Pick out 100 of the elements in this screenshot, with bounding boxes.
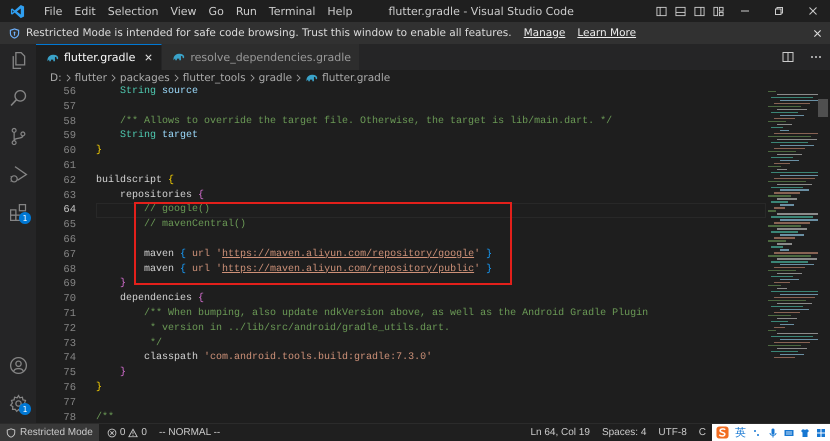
code-line: String source — [119, 86, 198, 97]
line-number: 72 — [62, 322, 76, 337]
breadcrumb-item[interactable]: gradle — [258, 72, 292, 84]
code-line: maven { url 'https://maven.aliyun.com/repository/google' } — [143, 248, 492, 260]
warning-count: 0 — [141, 427, 147, 438]
search-icon[interactable] — [8, 88, 28, 108]
code-line: buildscript { — [96, 174, 174, 186]
shield-icon — [9, 28, 20, 38]
menu-item[interactable]: Run — [230, 4, 263, 18]
window-title: flutter.gradle - Visual Studio Code — [388, 4, 575, 18]
account-icon[interactable] — [8, 354, 28, 376]
customize-layout-icon[interactable] — [713, 6, 724, 16]
chevron-right-icon — [174, 74, 179, 82]
status-item[interactable]: C — [698, 427, 706, 438]
menu-item[interactable]: Edit — [68, 4, 102, 18]
banner-link[interactable]: Manage — [524, 27, 566, 39]
status-item[interactable]: Spaces: 4 — [602, 427, 646, 438]
extensions-icon[interactable] — [8, 202, 28, 222]
shirt-icon[interactable] — [800, 428, 810, 438]
line-number: 68 — [62, 262, 76, 278]
breadcrumb-item[interactable]: D: — [50, 72, 62, 84]
line-number: 78 — [62, 410, 76, 426]
line-number: 70 — [62, 292, 76, 307]
close-icon[interactable] — [808, 6, 818, 16]
menu-item[interactable]: Selection — [102, 4, 164, 18]
code-line: /** When bumping, also update ndkVersion above, as well as the Android Gradle Plugin — [143, 308, 648, 319]
code-line: } — [119, 367, 126, 378]
menu-item[interactable]: View — [164, 4, 203, 18]
line-number: 67 — [62, 248, 76, 263]
split-editor-icon[interactable] — [782, 51, 794, 63]
menu-item[interactable]: Terminal — [262, 4, 322, 18]
error-icon[interactable] — [106, 428, 117, 438]
chevron-right-icon — [66, 74, 71, 82]
code-line: /** — [96, 412, 114, 423]
elephant-icon — [305, 72, 318, 82]
code-line: } — [96, 145, 102, 156]
line-number: 58 — [62, 114, 76, 130]
punctuation-icon[interactable] — [752, 428, 762, 438]
code-line: */ — [149, 338, 162, 349]
close-icon[interactable] — [813, 28, 822, 38]
menu-item[interactable]: Help — [321, 4, 358, 18]
vscode-logo-icon — [10, 4, 25, 18]
menu-item[interactable]: Go — [202, 4, 230, 18]
status-item[interactable]: Ln 64, Col 19 — [530, 427, 590, 438]
notification-badge: 1 — [19, 403, 31, 415]
toggle-sidebar-icon[interactable] — [656, 6, 667, 16]
line-number: 62 — [62, 174, 76, 189]
chevron-right-icon — [110, 74, 116, 82]
code-line: } — [96, 382, 102, 393]
error-count: 0 — [120, 427, 126, 438]
code-line: // mavenCentral() — [143, 219, 246, 230]
restricted-mode-indicator[interactable]: Restricted Mode — [0, 424, 99, 441]
vim-mode: -- NORMAL -- — [158, 427, 220, 438]
code-line: * version in ../lib/src/android/gradle_utils.dart. — [149, 322, 450, 334]
chevron-right-icon — [296, 74, 302, 82]
run-debug-icon[interactable] — [8, 164, 28, 184]
editor-tab[interactable]: resolve_dependencies.gradle — [162, 44, 360, 70]
s-logo-icon[interactable] — [716, 426, 729, 439]
breadcrumb-item[interactable]: flutter_tools — [182, 72, 246, 84]
code-line: String target — [119, 130, 198, 142]
shield-icon — [6, 428, 16, 438]
language-toggle[interactable]: 英 — [735, 425, 746, 440]
code-line: repositories { — [119, 190, 204, 201]
status-item[interactable]: UTF-8 — [658, 427, 687, 438]
code-line: /** Allows to override the target file. Otherwise, the target is lib/main.dart. */ — [119, 116, 612, 127]
breadcrumb-item[interactable]: flutter.gradle — [322, 72, 390, 84]
editor-tab[interactable]: flutter.gradle — [36, 44, 162, 70]
line-number: 71 — [62, 306, 76, 322]
elephant-icon — [46, 52, 59, 62]
line-number: 66 — [62, 232, 76, 248]
restore-icon[interactable] — [774, 6, 784, 16]
breadcrumb-item[interactable]: flutter — [74, 72, 107, 84]
toggle-panel-icon[interactable] — [675, 6, 686, 16]
banner-message: Restricted Mode is intended for safe code browsing. Trust this window to enable all features. — [26, 27, 512, 39]
line-number: 59 — [62, 129, 76, 144]
keyboard-icon[interactable] — [784, 428, 794, 438]
line-number: 60 — [62, 144, 76, 159]
code-line: } — [119, 278, 126, 290]
line-number: 61 — [62, 158, 76, 174]
grid-icon[interactable] — [816, 428, 826, 438]
line-number: 75 — [62, 366, 76, 381]
line-number: 77 — [62, 396, 76, 411]
scrollbar-thumb[interactable] — [818, 99, 828, 117]
code-line: maven { url 'https://maven.aliyun.com/repository/public' } — [143, 264, 492, 275]
warning-icon[interactable] — [128, 428, 138, 438]
close-icon[interactable] — [144, 53, 154, 62]
line-number: 74 — [62, 351, 76, 366]
toggle-secondary-sidebar-icon[interactable] — [694, 6, 705, 16]
line-number: 63 — [62, 188, 76, 204]
line-number: 76 — [62, 380, 76, 396]
breadcrumb-item[interactable]: packages — [120, 72, 170, 84]
chevron-right-icon — [250, 74, 255, 82]
menu-item[interactable]: File — [38, 4, 68, 18]
line-number: 73 — [62, 336, 76, 352]
microphone-icon[interactable] — [768, 428, 778, 438]
code-line: // google() — [143, 204, 210, 216]
banner-link[interactable]: Learn More — [577, 27, 636, 39]
settings-icon[interactable] — [8, 392, 28, 414]
line-number: 56 — [62, 85, 76, 100]
notification-badge: 1 — [19, 212, 31, 224]
